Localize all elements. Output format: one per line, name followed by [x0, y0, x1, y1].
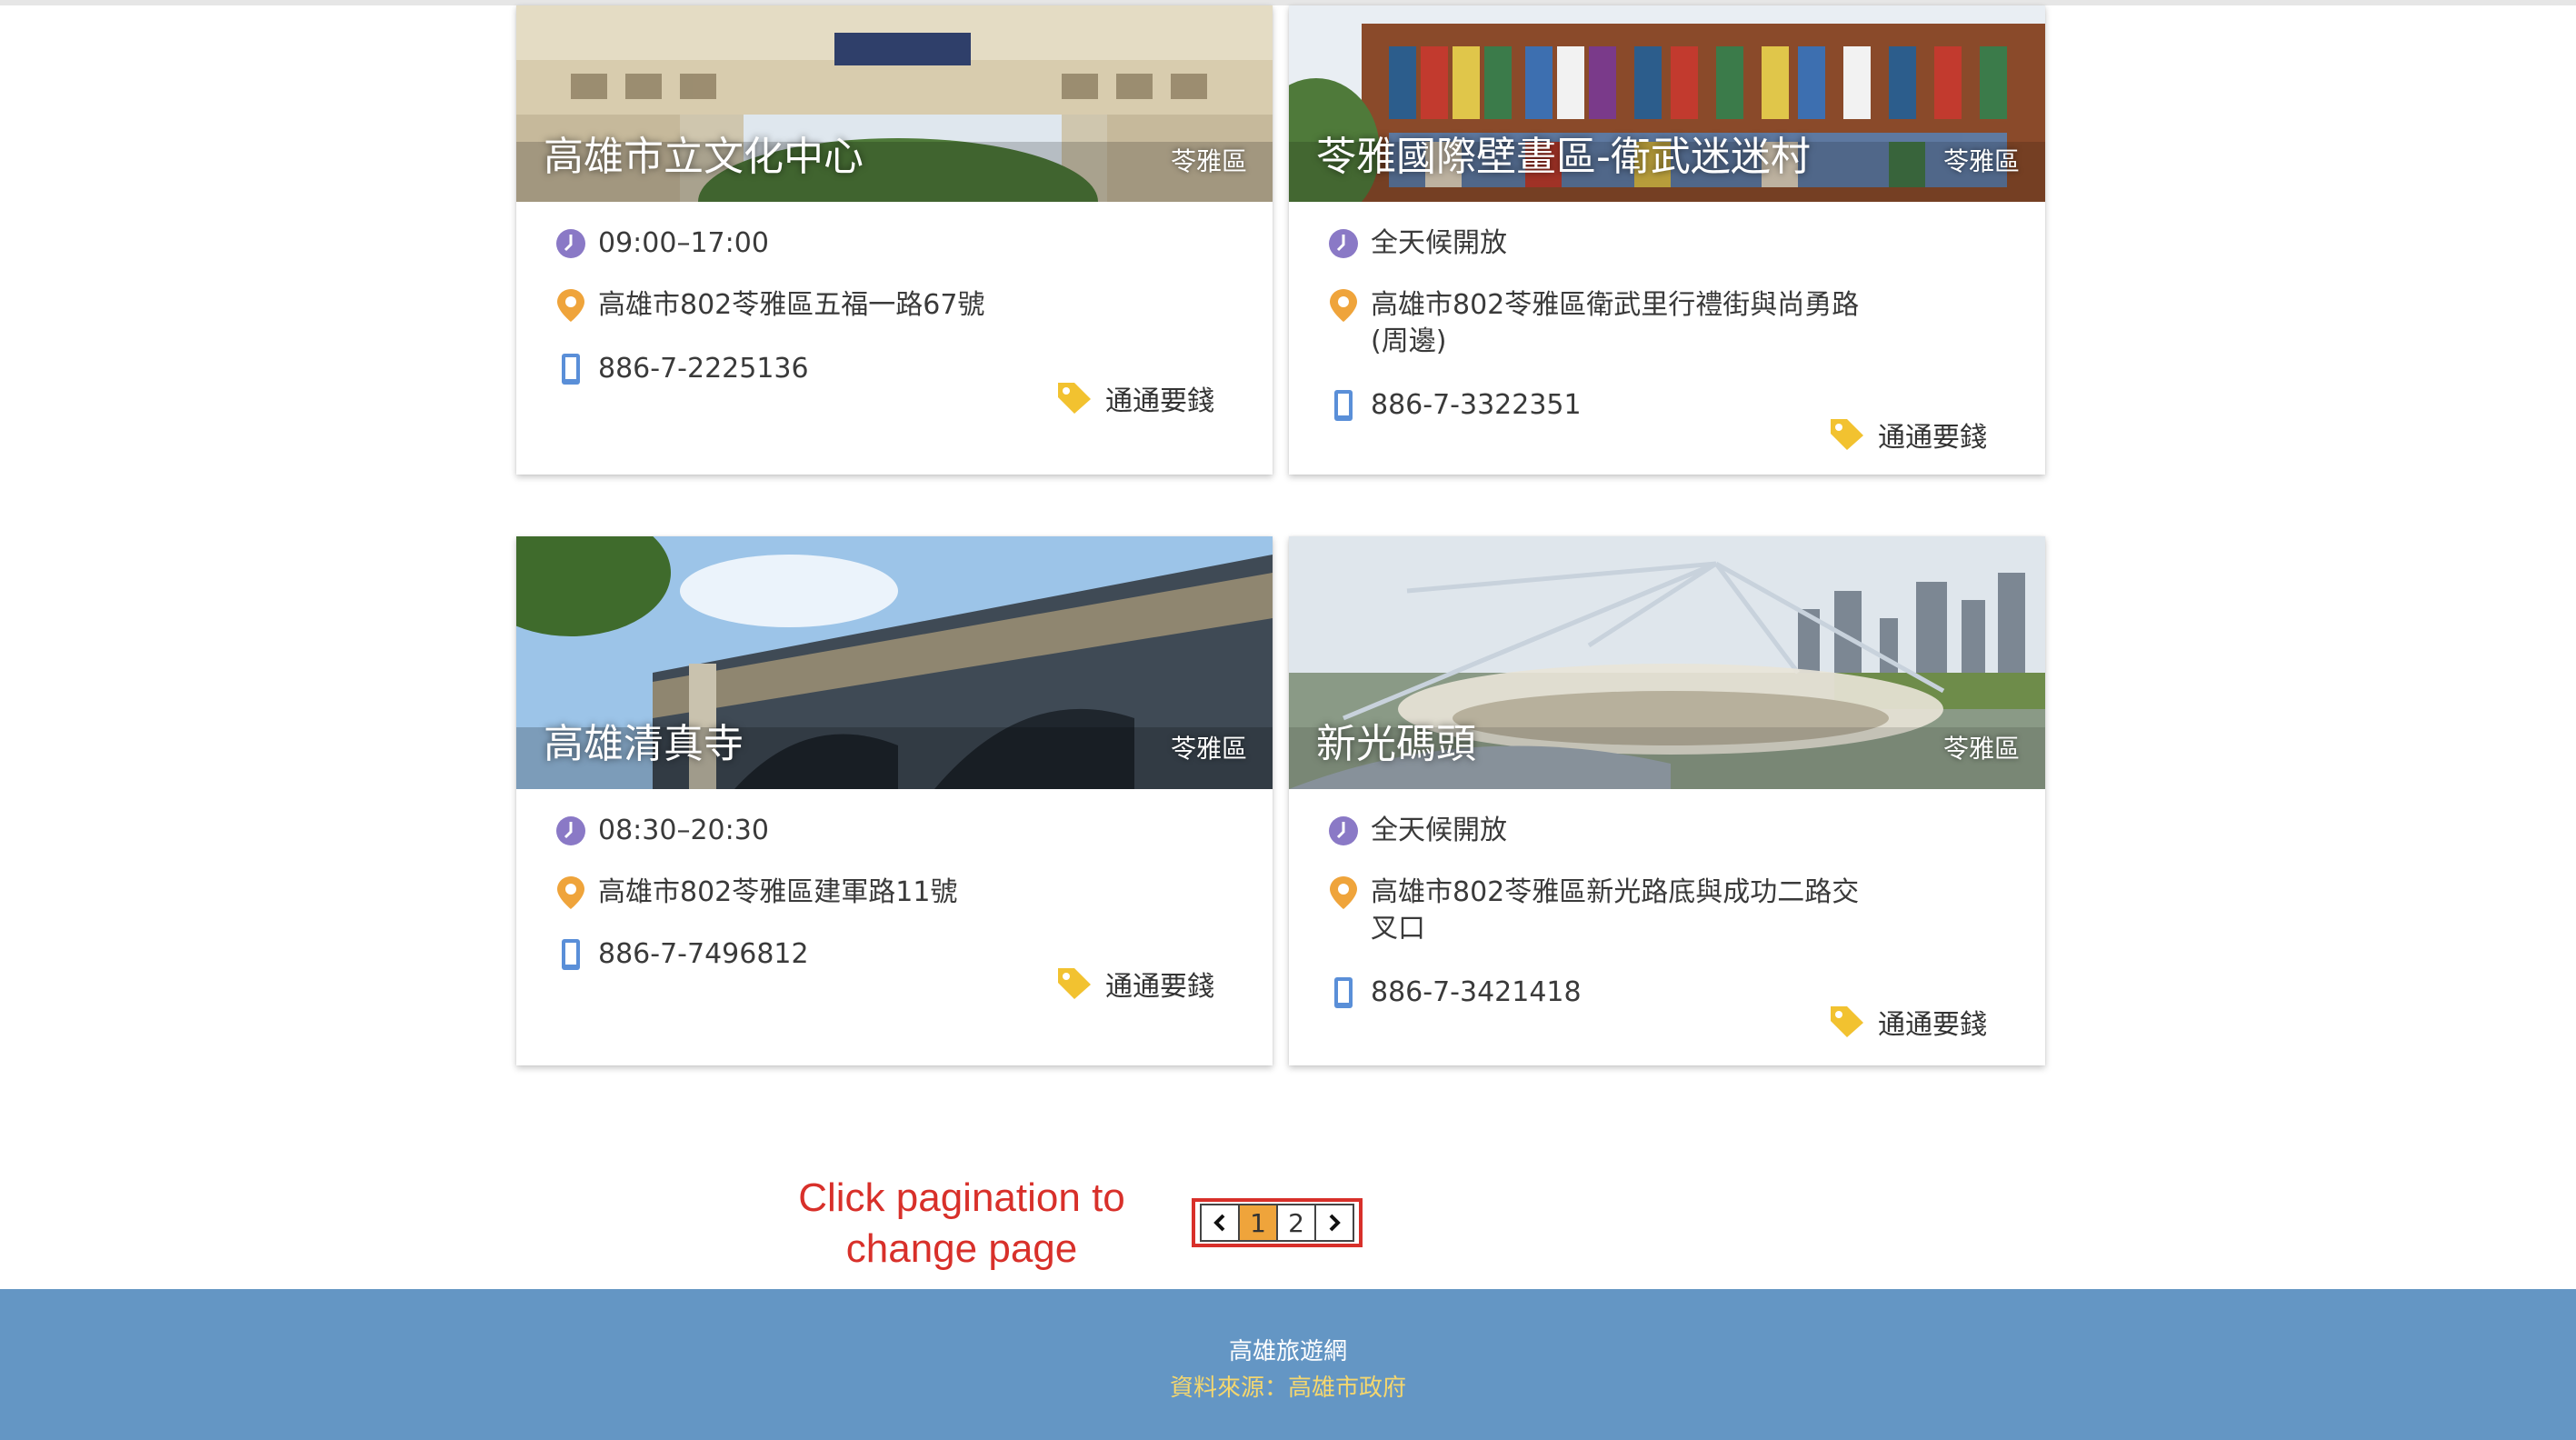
address-row: 高雄市802苓雅區衛武里行禮街與尚勇路(周邊)	[1327, 289, 1880, 360]
clock-icon	[1327, 227, 1360, 260]
phone-row: 886-7-7496812	[554, 938, 809, 973]
price-tag-icon	[1829, 416, 1865, 453]
attraction-photo: 高雄市立文化中心 苓雅區	[516, 5, 1273, 202]
card-title: 苓雅國際壁畫區-衛武迷迷村	[1316, 134, 1811, 180]
mobile-phone-icon	[554, 353, 587, 385]
address-row: 高雄市802苓雅區新光路底與成功二路交叉口	[1327, 876, 1880, 947]
card-title: 高雄市立文化中心	[544, 134, 864, 180]
attraction-card[interactable]: 高雄市立文化中心 苓雅區 09:00–17:00 高雄市802苓雅區五福一路67…	[516, 5, 1273, 475]
next-page-button[interactable]	[1314, 1204, 1354, 1242]
price-tag: 通通要錢	[1056, 964, 1214, 1004]
clock-icon	[1327, 815, 1360, 847]
phone-row: 886-7-2225136	[554, 353, 809, 387]
address-row: 高雄市802苓雅區建軍路11號	[554, 876, 1107, 911]
price-tag-icon	[1829, 1004, 1865, 1040]
map-pin-icon	[554, 876, 587, 909]
price-label: 通通要錢	[1878, 1009, 1987, 1041]
phone-number: 886-7-7496812	[598, 938, 809, 970]
chevron-right-icon	[1329, 1214, 1341, 1232]
attraction-card[interactable]: 苓雅國際壁畫區-衛武迷迷村 苓雅區 全天候開放 高雄市802苓雅區衛武里行禮街與…	[1289, 5, 2045, 475]
mobile-phone-icon	[1327, 389, 1360, 422]
map-pin-icon	[1327, 289, 1360, 322]
footer: 高雄旅遊網 資料來源：高雄市政府	[0, 1289, 2576, 1440]
card-district: 苓雅區	[1170, 146, 1247, 176]
hours-row: 09:00–17:00	[554, 227, 769, 262]
attraction-card[interactable]: 新光碼頭 苓雅區 全天候開放 高雄市802苓雅區新光路底與成功二路交叉口 886…	[1289, 536, 2045, 1065]
hours-row: 全天候開放	[1327, 815, 1507, 849]
price-tag-icon	[1056, 965, 1093, 1002]
chevron-left-icon	[1213, 1214, 1225, 1232]
address: 高雄市802苓雅區建軍路11號	[598, 876, 958, 908]
hours-row: 全天候開放	[1327, 227, 1507, 262]
phone-number: 886-7-2225136	[598, 353, 809, 385]
attraction-card[interactable]: 高雄清真寺 苓雅區 08:30–20:30 高雄市802苓雅區建軍路11號 88…	[516, 536, 1273, 1065]
card-title: 新光碼頭	[1316, 721, 1476, 767]
map-pin-icon	[554, 289, 587, 322]
address: 高雄市802苓雅區五福一路67號	[598, 289, 985, 321]
attraction-photo: 高雄清真寺 苓雅區	[516, 536, 1273, 789]
attraction-photo: 苓雅國際壁畫區-衛武迷迷村 苓雅區	[1289, 5, 2045, 202]
phone-number: 886-7-3322351	[1371, 389, 1582, 421]
price-tag: 通通要錢	[1829, 415, 1987, 455]
footer-data-source[interactable]: 資料來源：高雄市政府	[0, 1369, 2576, 1403]
pagination-hint-line-2: change page	[845, 1226, 1078, 1271]
card-district: 苓雅區	[1170, 734, 1247, 764]
card-district: 苓雅區	[1942, 146, 2020, 176]
clock-icon	[554, 227, 587, 260]
phone-row: 886-7-3322351	[1327, 389, 1582, 424]
footer-site-name: 高雄旅遊網	[1228, 1338, 1347, 1365]
price-tag: 通通要錢	[1056, 378, 1214, 418]
price-label: 通通要錢	[1878, 422, 1987, 454]
address-row: 高雄市802苓雅區五福一路67號	[554, 289, 1107, 324]
price-label: 通通要錢	[1105, 385, 1214, 417]
mobile-phone-icon	[1327, 976, 1360, 1009]
opening-hours: 09:00–17:00	[598, 227, 769, 259]
prev-page-button[interactable]	[1200, 1204, 1240, 1242]
price-tag-icon	[1056, 380, 1093, 416]
top-divider	[0, 0, 2576, 5]
hours-row: 08:30–20:30	[554, 815, 769, 849]
card-title: 高雄清真寺	[544, 721, 744, 767]
opening-hours: 08:30–20:30	[598, 815, 769, 846]
opening-hours: 全天候開放	[1371, 815, 1507, 846]
map-pin-icon	[1327, 876, 1360, 909]
mobile-phone-icon	[554, 938, 587, 971]
phone-row: 886-7-3421418	[1327, 976, 1582, 1011]
address: 高雄市802苓雅區衛武里行禮街與尚勇路(周邊)	[1371, 289, 1860, 357]
opening-hours: 全天候開放	[1371, 227, 1507, 259]
price-label: 通通要錢	[1105, 971, 1214, 1003]
price-tag: 通通要錢	[1829, 1002, 1987, 1042]
attraction-photo: 新光碼頭 苓雅區	[1289, 536, 2045, 789]
clock-icon	[554, 815, 587, 847]
pagination: 1 2	[1192, 1198, 1363, 1247]
address: 高雄市802苓雅區新光路底與成功二路交叉口	[1371, 876, 1860, 945]
pagination-hint: Click pagination to change page	[780, 1173, 1143, 1275]
card-district: 苓雅區	[1942, 734, 2020, 764]
phone-number: 886-7-3421418	[1371, 976, 1582, 1008]
page-2-button[interactable]: 2	[1276, 1204, 1316, 1242]
pagination-hint-line-1: Click pagination to	[798, 1175, 1125, 1220]
page-1-button[interactable]: 1	[1238, 1204, 1278, 1242]
